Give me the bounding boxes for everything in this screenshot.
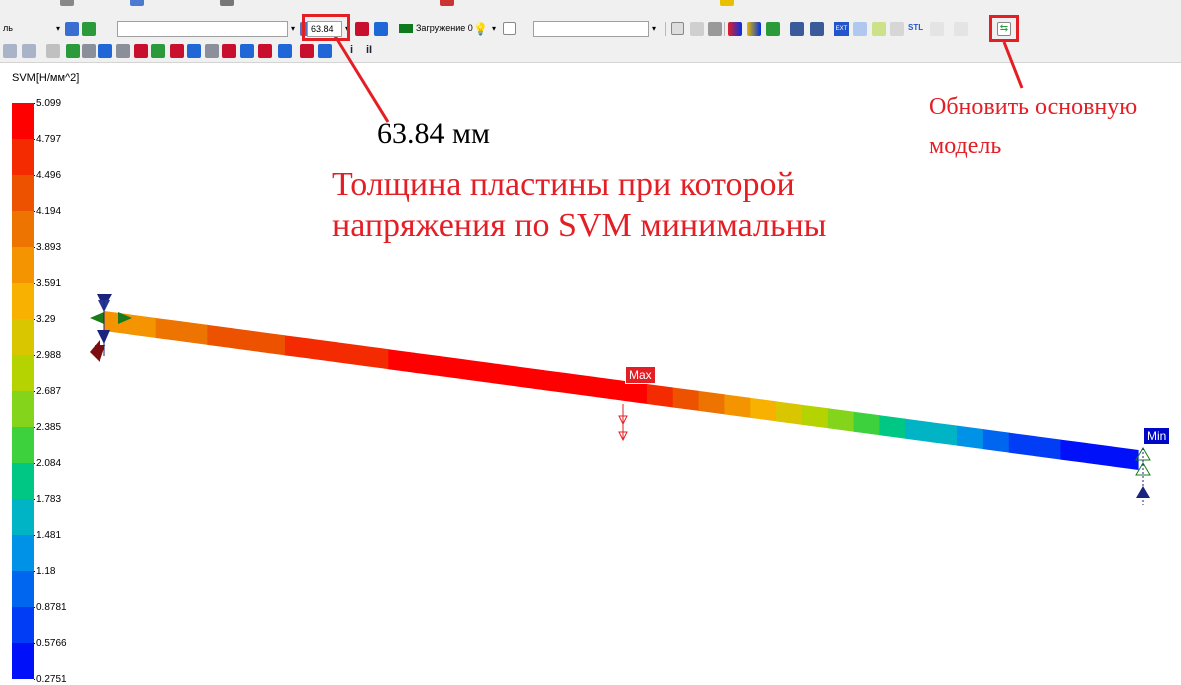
beam-segment [388,349,415,373]
beam-segment [801,404,829,429]
beam-segment [517,366,545,391]
update-annotation-line-2: модель [929,133,1002,159]
beam-segment [776,401,803,425]
beam-segment [440,356,467,380]
load-arrow [618,404,628,442]
beam-segment [491,363,519,387]
max-tag: Max [625,366,656,384]
beam-segment [414,352,441,377]
beam-segment [362,345,389,370]
beam-segment [750,397,777,422]
caption-line-1: Толщина пластины при которой [332,166,795,203]
beam-segment [853,411,881,436]
beam-model [104,311,1139,470]
right-support [1135,447,1151,505]
beam-segment [1034,436,1062,460]
update-arrow [1002,41,1024,89]
beam-segment [1008,432,1036,457]
beam-segment [827,408,855,432]
beam-segment [698,390,725,415]
beam-segment [621,380,648,404]
thickness-annotation: 63.84 мм [377,117,490,150]
update-annotation-line-1: Обновить основную [929,94,1138,120]
beam-segment [595,377,622,401]
beam-segment [310,338,338,363]
beam-segment [982,429,1010,453]
beam-segment [155,317,183,342]
beam-segment [465,359,493,384]
beam-segment [879,415,906,439]
beam-segment [724,394,751,418]
value-arrow [333,35,390,123]
beam-segment [569,373,596,398]
beam-segment [931,422,958,446]
min-tag: Min [1144,428,1170,444]
beam-segment [1112,446,1139,470]
beam-segment [336,342,364,366]
thickness-input[interactable]: 63.84 [307,21,342,37]
beam-segment [1086,443,1113,467]
beam-segment [259,331,286,356]
beam-segment [181,321,208,345]
beam-segment [957,425,984,450]
beam-segment [284,335,312,359]
support-arrow-icon [90,312,104,324]
beam-segment [646,383,674,408]
beam-segment [905,418,932,443]
beam-segment [543,370,570,394]
beam-segment [207,324,234,349]
caption-line-2: напряжения по SVM минимальны [332,207,827,244]
beam-segment [233,328,260,352]
beam-segment [672,387,700,411]
beam-segment [1060,439,1087,464]
beam-segment [129,314,157,338]
